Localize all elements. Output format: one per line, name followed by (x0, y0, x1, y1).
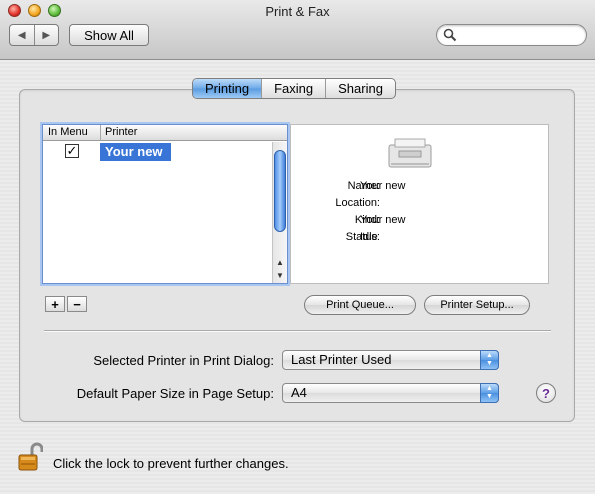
toolbar: Print & Fax ◀ ▶ Show All (0, 0, 595, 60)
printer-name-cell[interactable]: Your new (100, 143, 171, 161)
popup-arrows-icon: ▲ ▼ (480, 383, 499, 403)
selected-printer-value: Last Printer Used (291, 352, 392, 367)
column-header-in-menu[interactable]: In Menu (48, 126, 88, 138)
help-button[interactable]: ? (536, 383, 556, 403)
tab-bar: Printing Faxing Sharing (192, 78, 396, 99)
printer-list[interactable]: In Menu Printer ✓ Your new ▲ ▼ (40, 122, 290, 286)
add-printer-button[interactable]: + (45, 296, 65, 312)
back-button[interactable]: ◀ (10, 25, 34, 45)
scrollbar-thumb[interactable] (274, 150, 286, 232)
detail-row-location: Location: (291, 197, 550, 213)
unlocked-padlock-icon[interactable] (17, 442, 43, 472)
show-all-button[interactable]: Show All (69, 24, 149, 46)
selected-printer-popup[interactable]: Last Printer Used ▲ ▼ (282, 350, 499, 370)
paper-size-popup[interactable]: A4 ▲ ▼ (282, 383, 499, 403)
scroll-down-arrow-icon[interactable]: ▼ (273, 269, 287, 282)
window-title: Print & Fax (265, 4, 330, 19)
detail-label: Location: (335, 197, 380, 209)
detail-row-status: Status: Idle (291, 231, 550, 247)
detail-row-kind: Kind: Your new (291, 214, 550, 230)
section-divider (44, 330, 551, 332)
column-header-printer[interactable]: Printer (105, 126, 137, 138)
lock-message: Click the lock to prevent further change… (53, 456, 289, 471)
detail-value: Your new (360, 214, 406, 226)
paper-size-label: Default Paper Size in Page Setup: (76, 386, 274, 401)
back-forward-control: ◀ ▶ (9, 24, 59, 46)
forward-button[interactable]: ▶ (33, 25, 59, 45)
selected-printer-label: Selected Printer in Print Dialog: (93, 353, 274, 368)
popup-arrows-icon: ▲ ▼ (480, 350, 499, 370)
tab-faxing[interactable]: Faxing (261, 79, 325, 98)
detail-value: Your new (360, 180, 406, 192)
detail-row-name: Name: Your new (291, 180, 550, 196)
detail-value: Idle (360, 231, 378, 243)
printer-row[interactable]: ✓ Your new (43, 143, 271, 161)
printer-icon (388, 138, 432, 168)
print-queue-button[interactable]: Print Queue... (304, 295, 416, 315)
forward-arrow-icon: ▶ (42, 29, 51, 41)
paper-size-value: A4 (291, 385, 307, 400)
back-arrow-icon: ◀ (17, 29, 26, 41)
remove-printer-button[interactable]: − (67, 296, 87, 312)
tab-sharing[interactable]: Sharing (325, 79, 395, 98)
printer-details: Name: Your new Location: Kind: Your new … (290, 124, 549, 284)
in-menu-checkbox[interactable]: ✓ (65, 144, 79, 158)
printer-setup-button[interactable]: Printer Setup... (424, 295, 530, 315)
printer-list-scrollbar[interactable]: ▲ ▼ (272, 142, 287, 283)
print-fax-window: Print & Fax ◀ ▶ Show All Printing Faxing… (0, 0, 595, 494)
search-icon (443, 28, 457, 42)
column-separator (100, 125, 101, 141)
printer-list-header: In Menu Printer (43, 125, 287, 141)
scroll-up-arrow-icon[interactable]: ▲ (273, 256, 287, 269)
search-field[interactable] (436, 24, 587, 46)
tab-printing[interactable]: Printing (193, 79, 262, 98)
